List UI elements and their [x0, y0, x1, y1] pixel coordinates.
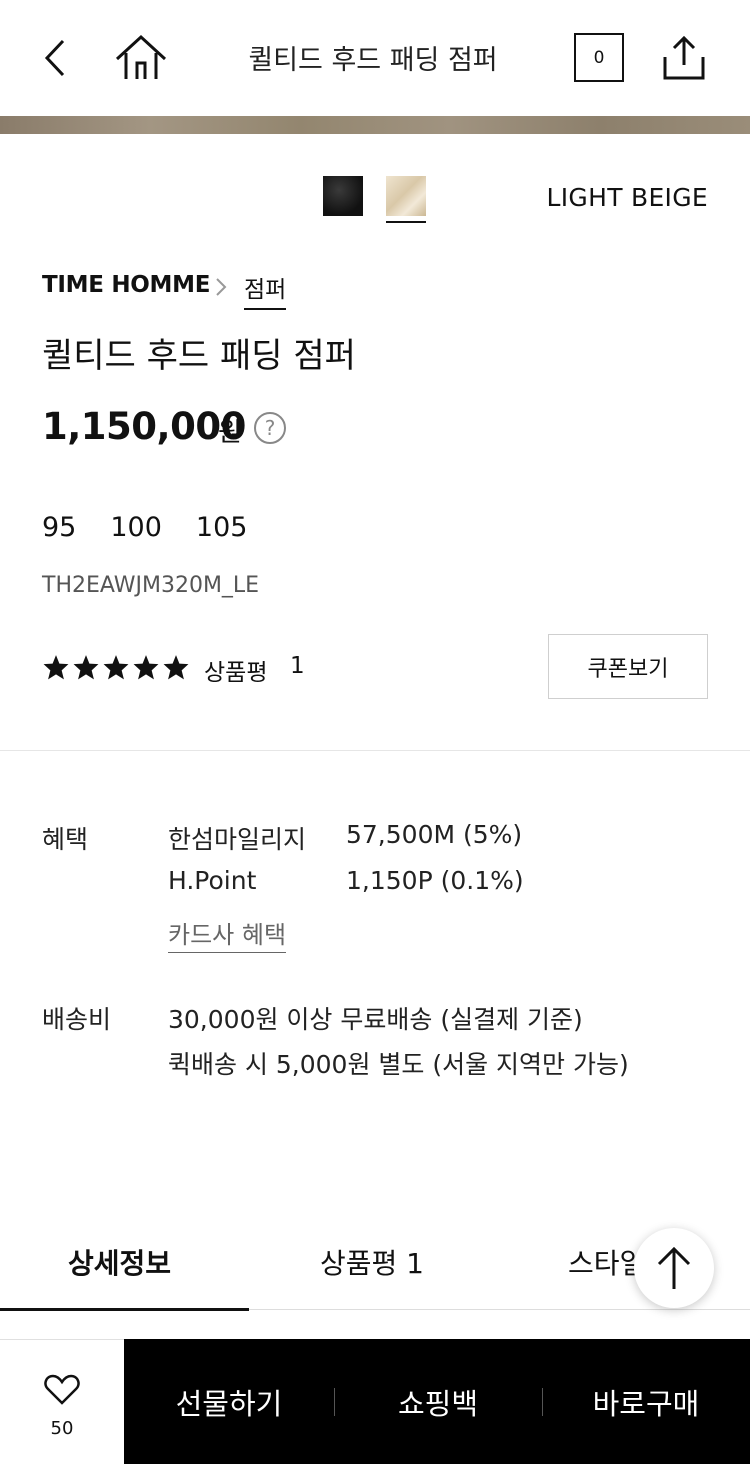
selected-swatch-indicator — [386, 221, 426, 223]
benefit-value: 57,500M (5%) — [346, 820, 523, 849]
brand-link[interactable]: TIME HOMME — [42, 272, 210, 298]
star-icon — [43, 655, 69, 680]
benefit-name: H.Point — [168, 866, 257, 895]
card-benefits-link[interactable]: 카드사 혜택 — [168, 915, 287, 953]
view-coupon-button[interactable]: 쿠폰보기 — [548, 634, 708, 699]
benefit-name: 한섬마일리지 — [168, 825, 307, 854]
tab-underline — [249, 1309, 750, 1310]
review-count[interactable]: 1 — [290, 653, 305, 679]
home-button[interactable] — [110, 28, 172, 86]
product-code: TH2EAWJM320M_LE — [42, 573, 260, 598]
shipping-info-line: 퀵배송 시 5,000원 별도 (서울 지역만 가능) — [168, 1050, 629, 1079]
star-icon — [133, 655, 159, 680]
heart-icon — [44, 1374, 80, 1405]
coupon-button-label: 쿠폰보기 — [587, 656, 669, 682]
share-icon — [663, 35, 705, 80]
wishlist-count: 50 — [50, 1418, 74, 1439]
product-image-strip[interactable] — [0, 116, 750, 134]
home-icon — [115, 34, 167, 79]
review-link[interactable]: 상품평 — [204, 653, 267, 687]
back-button[interactable] — [28, 30, 84, 86]
cart-count: 0 — [593, 47, 605, 68]
category-link[interactable]: 점퍼 — [244, 270, 287, 310]
size-options: 95 100 105 — [42, 512, 247, 543]
top-header: 퀼티드 후드 패딩 점퍼 0 — [0, 0, 750, 116]
size-option-105[interactable]: 105 — [196, 512, 248, 543]
selected-color-name: LIGHT BEIGE — [546, 183, 708, 212]
bag-button-label: 쇼핑백 — [397, 1386, 479, 1421]
share-button[interactable] — [656, 30, 712, 86]
tab-reviews[interactable]: 상품평 1 — [320, 1242, 424, 1282]
page-title: 퀼티드 후드 패딩 점퍼 — [248, 45, 498, 76]
help-symbol: ? — [264, 416, 276, 440]
arrow-up-icon — [657, 1246, 691, 1289]
chevron-left-icon — [44, 39, 65, 77]
size-option-100[interactable]: 100 — [110, 512, 162, 543]
benefit-value: 1,150P (0.1%) — [346, 866, 524, 895]
tab-detail-info[interactable]: 상세정보 — [68, 1242, 171, 1282]
active-tab-indicator — [0, 1308, 249, 1311]
section-divider — [0, 750, 750, 751]
gift-button-label: 선물하기 — [175, 1386, 283, 1421]
star-icon — [103, 655, 129, 680]
benefits-label: 혜택 — [42, 825, 89, 854]
bottom-action-bar: 50 선물하기 쇼핑백 바로구매 — [0, 1339, 750, 1464]
scroll-to-top-button[interactable] — [634, 1228, 714, 1308]
price-help-icon[interactable]: ? — [254, 412, 286, 444]
color-swatch-black[interactable] — [323, 176, 363, 216]
product-name: 퀼티드 후드 패딩 점퍼 — [42, 336, 356, 376]
buy-now-button[interactable]: 바로구매 — [542, 1339, 750, 1464]
buy-button-label: 바로구매 — [592, 1386, 700, 1421]
rating-stars — [42, 654, 190, 680]
star-icon — [163, 655, 189, 680]
wishlist-button[interactable]: 50 — [0, 1339, 124, 1464]
color-swatch-light-beige[interactable] — [386, 176, 426, 216]
gift-button[interactable]: 선물하기 — [124, 1339, 334, 1464]
shopping-bag-button[interactable]: 0 — [574, 33, 624, 82]
product-price: 1,150,000 — [42, 405, 246, 448]
purchase-actions: 선물하기 쇼핑백 바로구매 — [124, 1339, 750, 1464]
shipping-info-line: 30,000원 이상 무료배송 (실결제 기준) — [168, 1005, 583, 1034]
shipping-label: 배송비 — [42, 1005, 112, 1034]
add-to-bag-button[interactable]: 쇼핑백 — [334, 1339, 542, 1464]
price-unit: 원 — [218, 418, 242, 448]
size-option-95[interactable]: 95 — [42, 512, 76, 543]
star-icon — [73, 655, 99, 680]
chevron-right-icon — [214, 276, 228, 302]
